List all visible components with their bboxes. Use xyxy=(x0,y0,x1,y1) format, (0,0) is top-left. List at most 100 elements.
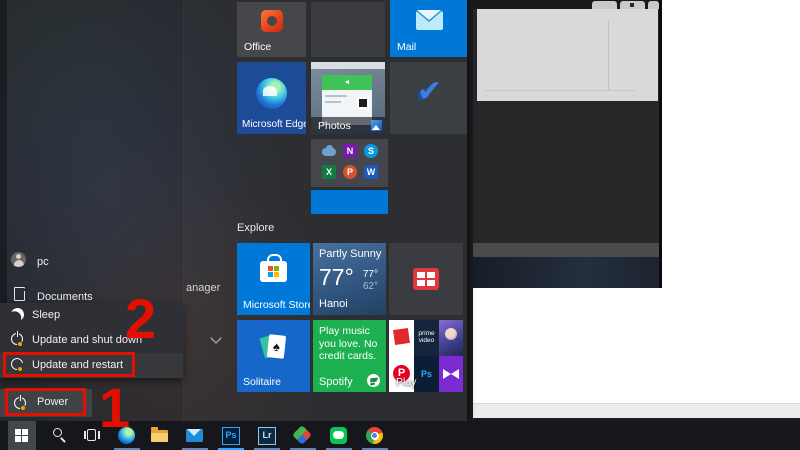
dark-window-panel xyxy=(477,9,658,101)
dark-window-tab[interactable] xyxy=(620,1,645,9)
tile-label: Spotify xyxy=(319,376,353,388)
video-editor-icon xyxy=(439,356,463,392)
mail-icon xyxy=(186,429,203,442)
edge-icon xyxy=(256,78,287,109)
tile-microsoft-edge[interactable]: Microsoft Edge xyxy=(237,62,306,134)
store-bag-icon xyxy=(260,261,287,282)
app-list-item-fragment[interactable]: anager xyxy=(186,282,220,294)
weather-temperature: 77° xyxy=(319,264,354,291)
windows-logo-icon xyxy=(15,429,28,442)
qr-code xyxy=(357,97,369,109)
photo-browser-bar xyxy=(311,62,385,69)
photo-line xyxy=(325,101,341,103)
powerpoint-icon[interactable]: P xyxy=(343,165,357,179)
tile-spotify[interactable]: Play music you love. No credit cards. Sp… xyxy=(313,320,386,392)
tile-microsoft-store[interactable]: Microsoft Store xyxy=(237,243,310,315)
office-icon xyxy=(261,10,283,32)
weather-low: 62° xyxy=(363,281,378,292)
line-messenger-icon xyxy=(330,427,347,444)
photo-line xyxy=(325,95,347,97)
tile-office-apps-folder[interactable]: N S X P W xyxy=(311,139,388,187)
screen: Office Mail Microsoft Edge ◄ Photos xyxy=(0,0,800,450)
menu-item-label: Sleep xyxy=(32,309,60,321)
taskbar-photoshop[interactable]: Ps xyxy=(217,421,245,450)
word-icon[interactable]: W xyxy=(364,165,378,179)
chrome-icon xyxy=(366,427,383,444)
file-explorer-icon xyxy=(151,430,168,442)
start-menu-rail xyxy=(0,0,7,303)
spotify-promo-text: Play music you love. No credit cards. xyxy=(319,325,383,363)
taskbar-bluestacks[interactable] xyxy=(289,421,317,450)
explore-section-label: Explore xyxy=(237,222,274,234)
tile-label: Play xyxy=(396,376,416,388)
tile-play-folder[interactable]: prime video Ps Play xyxy=(389,320,463,392)
game-art xyxy=(439,320,463,356)
news-icon xyxy=(413,268,439,290)
weather-city: Hanoi xyxy=(319,298,348,310)
weather-condition: Partly Sunny xyxy=(319,248,381,260)
tile-label: Mail xyxy=(397,41,416,53)
photos-icon xyxy=(371,120,382,131)
panel-divider xyxy=(485,90,635,91)
photo-banner: ◄ xyxy=(322,75,372,90)
taskbar-line[interactable] xyxy=(325,421,353,450)
bluestacks-icon xyxy=(292,425,312,445)
taskbar-mail[interactable] xyxy=(181,421,209,450)
user-label[interactable]: pc xyxy=(37,256,49,268)
annotation-box-update-restart xyxy=(3,352,135,377)
user-avatar[interactable] xyxy=(11,252,26,267)
excel-icon[interactable]: X xyxy=(322,165,336,179)
tile-label: Microsoft Edge xyxy=(242,119,306,130)
tile-to-do[interactable]: ✔ ✔ xyxy=(390,62,467,134)
mail-icon xyxy=(416,11,443,30)
tile-weather[interactable]: Partly Sunny 77° 77° 62° Hanoi xyxy=(313,243,386,315)
dark-window-strip xyxy=(473,257,659,288)
tile-photos[interactable]: ◄ Photos xyxy=(311,62,385,134)
tile-label: Solitaire xyxy=(243,376,281,388)
tile-blue-banner[interactable] xyxy=(311,190,388,214)
tile-label: Office xyxy=(244,41,271,53)
moon-icon xyxy=(10,307,26,323)
annotation-step-2: 2 xyxy=(125,291,156,347)
tab-icon xyxy=(630,3,634,7)
background-dark-app-window[interactable] xyxy=(473,0,662,288)
photoshop-icon: Ps xyxy=(222,427,240,445)
start-button[interactable] xyxy=(8,421,36,450)
update-badge xyxy=(17,341,23,347)
spotify-icon xyxy=(367,374,380,387)
roblox-icon xyxy=(389,320,414,356)
documents-icon[interactable] xyxy=(14,287,25,301)
tile-blank[interactable] xyxy=(311,2,385,57)
tile-solitaire[interactable]: ♠ Solitaire xyxy=(237,320,310,392)
spade-card-icon: ♠ xyxy=(267,334,286,359)
tile-office[interactable]: Office xyxy=(237,2,306,57)
tile-news[interactable] xyxy=(389,243,463,315)
taskbar-search-button[interactable] xyxy=(45,421,73,450)
photos-label-strip: Photos xyxy=(311,117,385,134)
weather-high: 77° xyxy=(363,269,378,280)
start-menu: Office Mail Microsoft Edge ◄ Photos xyxy=(0,0,467,421)
search-icon xyxy=(53,428,62,437)
sidebar-item-documents[interactable]: Documents xyxy=(37,291,93,303)
task-view-icon xyxy=(84,429,100,442)
annotation-step-1: 1 xyxy=(99,380,130,436)
lightroom-icon: Lr xyxy=(258,427,276,445)
dark-window-tab[interactable] xyxy=(648,1,659,9)
tile-label: Microsoft Store xyxy=(243,299,310,311)
panel-divider xyxy=(608,21,609,91)
annotation-box-power xyxy=(5,388,86,416)
dark-window-tab[interactable] xyxy=(592,1,617,9)
onenote-icon[interactable]: N xyxy=(343,144,357,158)
todo-check-icon: ✔ xyxy=(417,74,442,109)
dark-window-toolbar xyxy=(473,243,659,257)
taskbar-chrome[interactable] xyxy=(361,421,389,450)
prime-video-icon: prime video xyxy=(414,320,439,356)
tile-label: Photos xyxy=(318,120,351,132)
onedrive-icon[interactable] xyxy=(322,144,336,158)
tile-mail[interactable]: Mail xyxy=(390,0,467,57)
taskbar-file-explorer[interactable] xyxy=(146,421,174,450)
photoshop-express-icon: Ps xyxy=(414,356,439,392)
white-window-statusbar xyxy=(473,403,800,418)
taskbar-lightroom[interactable]: Lr xyxy=(253,421,281,450)
skype-icon[interactable]: S xyxy=(364,144,378,158)
